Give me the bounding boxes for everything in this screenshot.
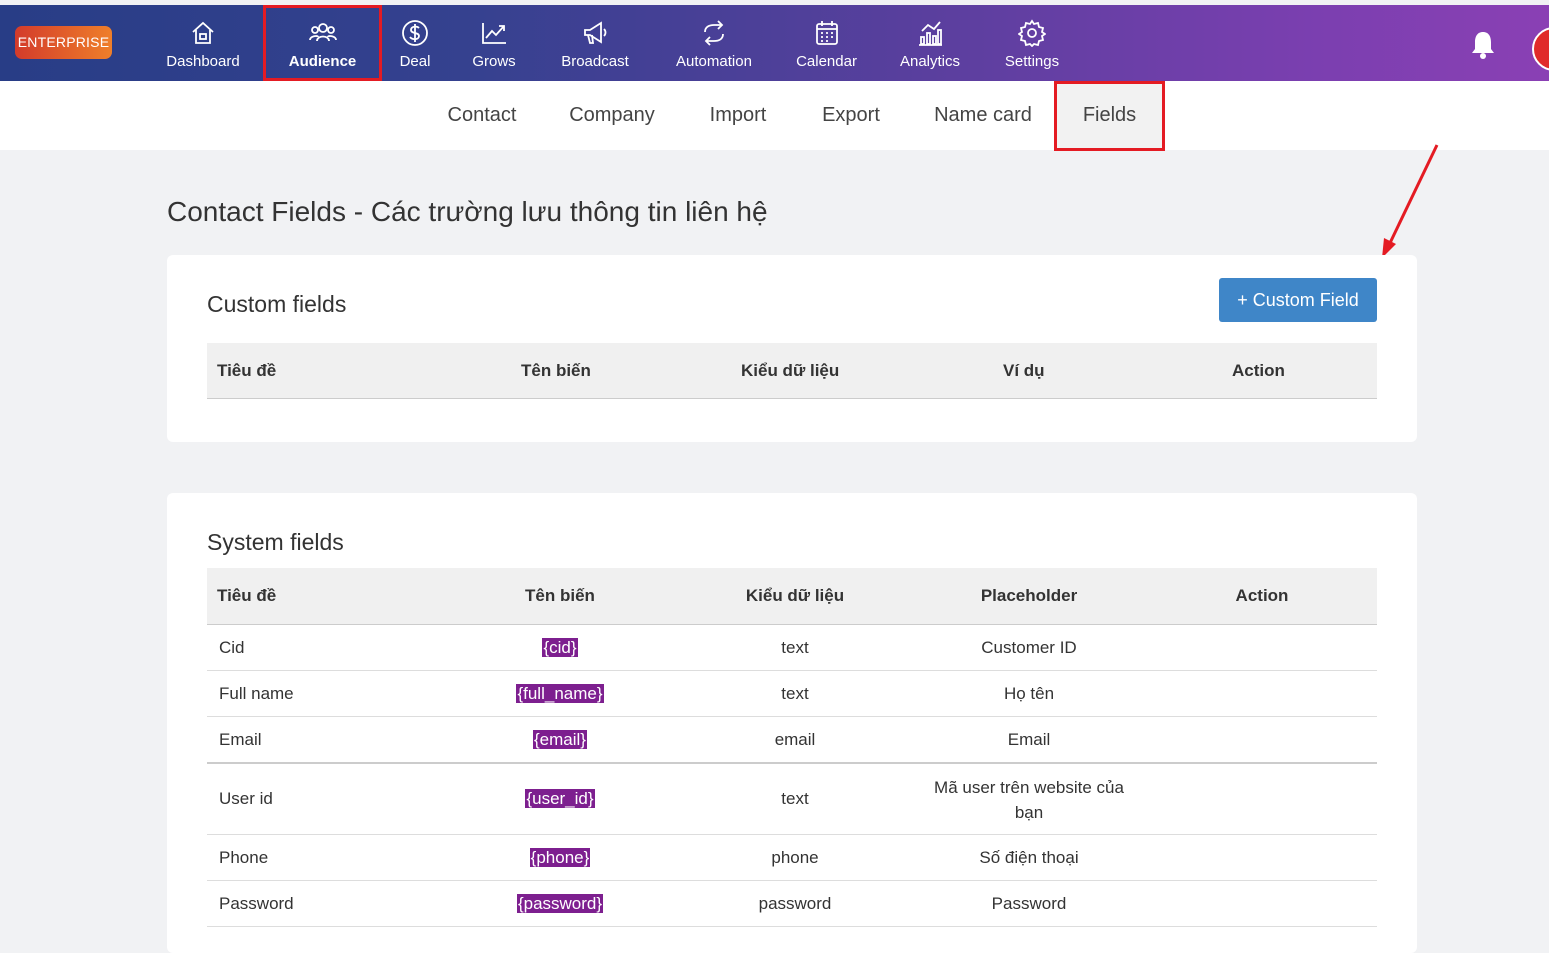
field-title: Full name: [219, 684, 294, 703]
nav-deal-label: Deal: [399, 53, 431, 70]
column-header: Action: [1232, 361, 1285, 380]
field-variable: {full_name}: [516, 684, 604, 703]
field-variable: {cid}: [542, 638, 578, 657]
nav-analytics-label: Analytics: [899, 53, 961, 70]
nav-settings-label: Settings: [1004, 53, 1060, 70]
field-title: Password: [219, 894, 294, 913]
field-placeholder: Customer ID: [981, 638, 1077, 657]
subtab-name-card[interactable]: Name card: [918, 81, 1048, 150]
custom-fields-card: Custom fields + Custom Field Tiêu đề Tên…: [167, 255, 1417, 442]
nav-audience-label: Audience: [288, 53, 357, 70]
system-fields-table-header: Tiêu đề Tên biến Kiểu dữ liệu Placeholde…: [207, 568, 1377, 625]
enterprise-badge: ENTERPRISE: [15, 26, 112, 59]
field-title: Phone: [219, 848, 269, 867]
field-variable-cell: {password}: [470, 881, 650, 926]
field-title: Email: [219, 730, 262, 749]
nav-broadcast[interactable]: Broadcast: [556, 5, 634, 81]
field-placeholder: Email: [1007, 730, 1051, 749]
table-row: User id {user_id} text Mã user trên webs…: [207, 764, 1377, 835]
nav-dashboard-label: Dashboard: [166, 53, 240, 70]
nav-audience[interactable]: Audience: [263, 5, 382, 81]
field-title: User id: [219, 789, 273, 808]
table-row: Email {email} email Email: [207, 717, 1377, 764]
table-row: Cid {cid} text Customer ID: [207, 625, 1377, 671]
user-avatar[interactable]: [1532, 27, 1549, 71]
table-row: Phone {phone} phone Số điện thoại: [207, 835, 1377, 881]
field-variable-cell: {cid}: [470, 625, 650, 670]
custom-fields-table-header: Tiêu đề Tên biến Kiểu dữ liệu Ví dụ Acti…: [207, 343, 1377, 399]
field-type: text: [781, 638, 809, 657]
field-placeholder: Password: [991, 894, 1067, 913]
column-header: Action: [1235, 586, 1289, 605]
nav-automation-label: Automation: [676, 53, 752, 70]
nav-broadcast-label: Broadcast: [561, 53, 629, 70]
column-header: Placeholder: [980, 586, 1078, 605]
field-variable: {email}: [533, 730, 587, 749]
field-title: Cid: [219, 638, 245, 657]
add-custom-field-button[interactable]: + Custom Field: [1219, 278, 1377, 322]
system-fields-title: System fields: [207, 529, 344, 555]
calendar-icon: [815, 21, 838, 45]
nav-grows[interactable]: Grows: [464, 5, 524, 81]
column-header: Ví dụ: [1003, 361, 1045, 380]
nav-settings[interactable]: Settings: [1000, 5, 1064, 81]
analytics-icon: [919, 21, 942, 46]
subtab-company[interactable]: Company: [553, 81, 671, 150]
column-header: Kiểu dữ liệu: [741, 361, 840, 380]
field-variable-cell: {phone}: [470, 835, 650, 880]
system-fields-card: System fields Tiêu đề Tên biến Kiểu dữ l…: [167, 493, 1417, 953]
field-variable-cell: {user_id}: [470, 764, 650, 834]
page-title: Contact Fields - Các trường lưu thông ti…: [167, 196, 768, 227]
field-variable-cell: {full_name}: [470, 671, 650, 716]
field-type: phone: [771, 848, 819, 867]
field-type: password: [758, 894, 832, 913]
column-header: Kiểu dữ liệu: [745, 586, 845, 605]
column-header: Tiêu đề: [217, 586, 277, 605]
field-type: text: [781, 684, 809, 703]
users-icon: [308, 23, 337, 42]
field-placeholder: Họ tên: [1003, 684, 1055, 703]
subtab-import[interactable]: Import: [692, 81, 784, 150]
nav-grows-label: Grows: [472, 53, 516, 70]
table-row: Full name {full_name} text Họ tên: [207, 671, 1377, 717]
home-icon: [192, 21, 214, 44]
field-variable: {password}: [516, 894, 604, 913]
field-variable-cell: {email}: [470, 717, 650, 762]
nav-dashboard[interactable]: Dashboard: [160, 5, 246, 81]
nav-deal[interactable]: Deal: [390, 5, 440, 81]
subtab-export[interactable]: Export: [806, 81, 896, 150]
field-placeholder: Mã user trên website của bạn: [934, 778, 1124, 822]
field-type: text: [781, 789, 809, 808]
gear-icon: [1018, 19, 1046, 47]
column-header: Tiêu đề: [217, 361, 277, 380]
refresh-icon: [704, 20, 724, 46]
nav-automation[interactable]: Automation: [668, 5, 760, 81]
table-row: Password {password} password Password: [207, 881, 1377, 927]
nav-calendar-label: Calendar: [796, 53, 857, 70]
nav-calendar[interactable]: Calendar: [790, 5, 863, 81]
column-header: Tên biến: [521, 361, 591, 380]
bell-icon[interactable]: [1468, 29, 1498, 61]
dollar-icon: [402, 20, 428, 46]
field-placeholder: Số điện thoại: [979, 848, 1079, 867]
top-navbar: ENTERPRISE Dashboard Audience Deal Grows…: [0, 5, 1549, 81]
nav-analytics[interactable]: Analytics: [894, 5, 966, 81]
audience-subnav: Contact Company Import Export Name card …: [0, 81, 1549, 151]
field-variable: {user_id}: [525, 789, 595, 808]
field-variable: {phone}: [529, 848, 591, 867]
megaphone-icon: [584, 21, 607, 44]
column-header: Tên biến: [525, 586, 595, 605]
subtab-contact[interactable]: Contact: [432, 81, 532, 150]
chart-up-icon: [482, 23, 506, 44]
field-type: email: [774, 730, 816, 749]
custom-fields-title: Custom fields: [207, 291, 347, 317]
subtab-fields[interactable]: Fields: [1054, 81, 1165, 151]
